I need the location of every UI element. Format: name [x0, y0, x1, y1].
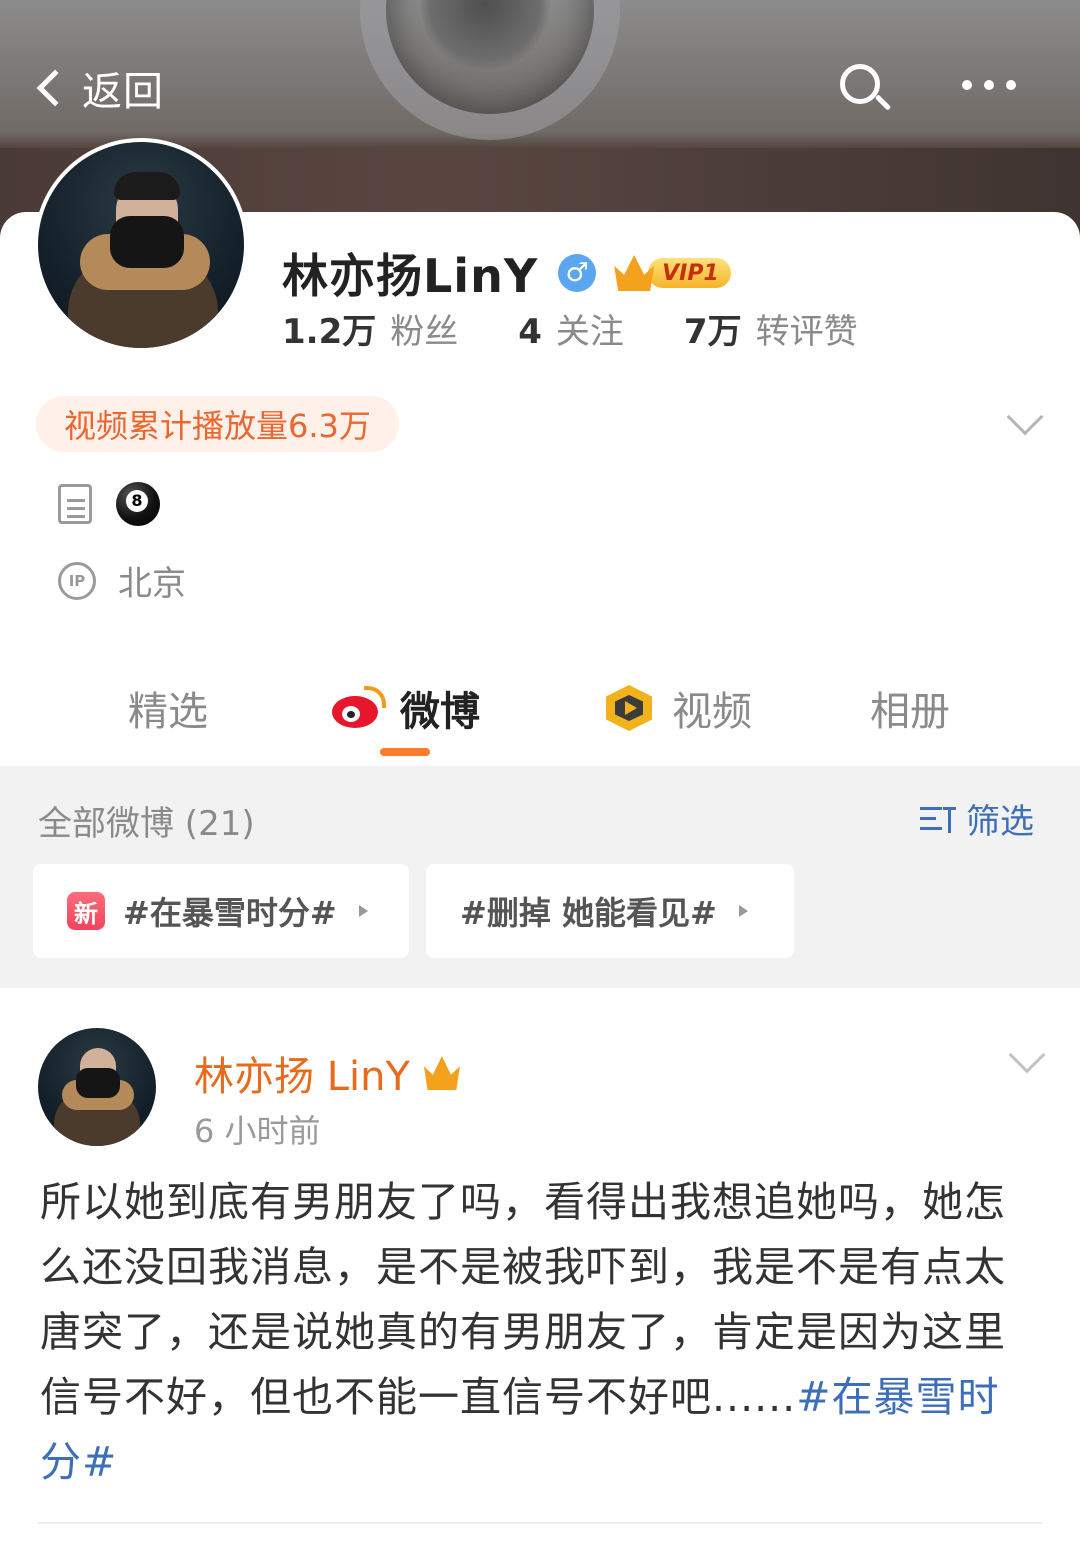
interactions-stat[interactable]: 7万 转评赞 — [684, 304, 858, 353]
interactions-count: 7万 — [683, 312, 742, 352]
post-body: 所以她到底有男朋友了吗，看得出我想追她吗，她怎么还没回我消息，是不是被我吓到，我… — [40, 1170, 1040, 1495]
tab-featured[interactable]: 精选 — [128, 678, 208, 738]
chevron-left-icon — [36, 69, 74, 107]
triangle-right-icon — [738, 905, 748, 917]
triangle-right-icon — [358, 905, 368, 917]
post-timestamp: 6 小时前 — [194, 1112, 321, 1150]
following-stat[interactable]: 4 关注 — [518, 304, 624, 353]
back-button[interactable]: 返回 — [30, 50, 164, 126]
new-badge: 新 — [67, 892, 105, 930]
vip-badge[interactable]: VIP1 — [614, 253, 731, 293]
filter-icon — [918, 801, 960, 837]
interactions-label: 转评赞 — [755, 312, 858, 352]
topic-card[interactable]: 新 #在暴雪时分# — [33, 864, 409, 958]
topic-label: #在暴雪时分# — [123, 894, 337, 932]
topic-label: #删掉 她能看见# — [460, 894, 717, 932]
active-tab-indicator — [380, 748, 430, 756]
tab-video-label: 视频 — [672, 689, 752, 735]
all-weibo-count: 全部微博 (21) — [38, 804, 255, 844]
tab-featured-label: 精选 — [128, 689, 208, 735]
more-options-icon[interactable] — [962, 80, 1016, 90]
tab-weibo[interactable]: 微博 — [330, 678, 480, 738]
eight-ball-icon — [116, 482, 160, 526]
ip-location: 北京 — [118, 564, 186, 604]
avatar[interactable] — [38, 1028, 156, 1146]
followers-count: 1.2万 — [282, 312, 377, 352]
crown-icon — [614, 255, 655, 291]
back-label: 返回 — [82, 69, 164, 115]
profile-tabs: 精选 微博 视频 相册 — [0, 660, 1080, 766]
weibo-post: 林亦扬 LinY 6 小时前 所以她到底有男朋友了吗，看得出我想追她吗，她怎么还… — [0, 988, 1080, 1554]
vip-label: VIP1 — [648, 258, 731, 288]
tab-album[interactable]: 相册 — [870, 678, 950, 738]
post-author[interactable]: 林亦扬 LinY — [194, 1044, 460, 1102]
filter-button[interactable]: 筛选 — [918, 794, 1034, 843]
male-gender-icon: ♂ — [558, 254, 597, 292]
divider — [38, 1522, 1042, 1524]
tab-video[interactable]: 视频 — [602, 678, 752, 738]
search-icon[interactable] — [838, 62, 894, 118]
weibo-logo-icon — [330, 686, 386, 730]
following-label: 关注 — [555, 312, 624, 352]
document-icon — [58, 484, 92, 524]
profile-name: 林亦扬LinY — [282, 249, 539, 303]
tab-weibo-label: 微博 — [400, 689, 480, 735]
ip-icon: IP — [58, 561, 96, 600]
followers-label: 粉丝 — [390, 312, 459, 352]
video-play-icon — [602, 683, 658, 733]
profile-name-row: 林亦扬LinY ♂ VIP1 — [282, 240, 731, 306]
profile-stats: 1.2万 粉丝 4 关注 7万 转评赞 — [282, 304, 858, 353]
ip-location-row: IP 北京 — [58, 556, 186, 605]
post-author-name: 林亦扬 LinY — [194, 1054, 410, 1100]
followers-stat[interactable]: 1.2万 粉丝 — [282, 304, 458, 353]
tab-album-label: 相册 — [870, 689, 950, 735]
chevron-down-icon[interactable] — [1008, 1036, 1046, 1074]
video-plays-badge[interactable]: 视频累计播放量6.3万 — [36, 396, 399, 452]
filter-label: 筛选 — [966, 802, 1034, 842]
following-count: 4 — [518, 312, 542, 352]
bio-row — [58, 482, 160, 526]
top-bar: 返回 — [0, 50, 1080, 130]
crown-icon — [423, 1056, 460, 1090]
topic-card[interactable]: #删掉 她能看见# — [426, 864, 794, 958]
feed-filter-section: 全部微博 (21) 筛选 新 #在暴雪时分# #删掉 她能看见# — [0, 766, 1080, 988]
profile-avatar[interactable] — [34, 138, 248, 352]
